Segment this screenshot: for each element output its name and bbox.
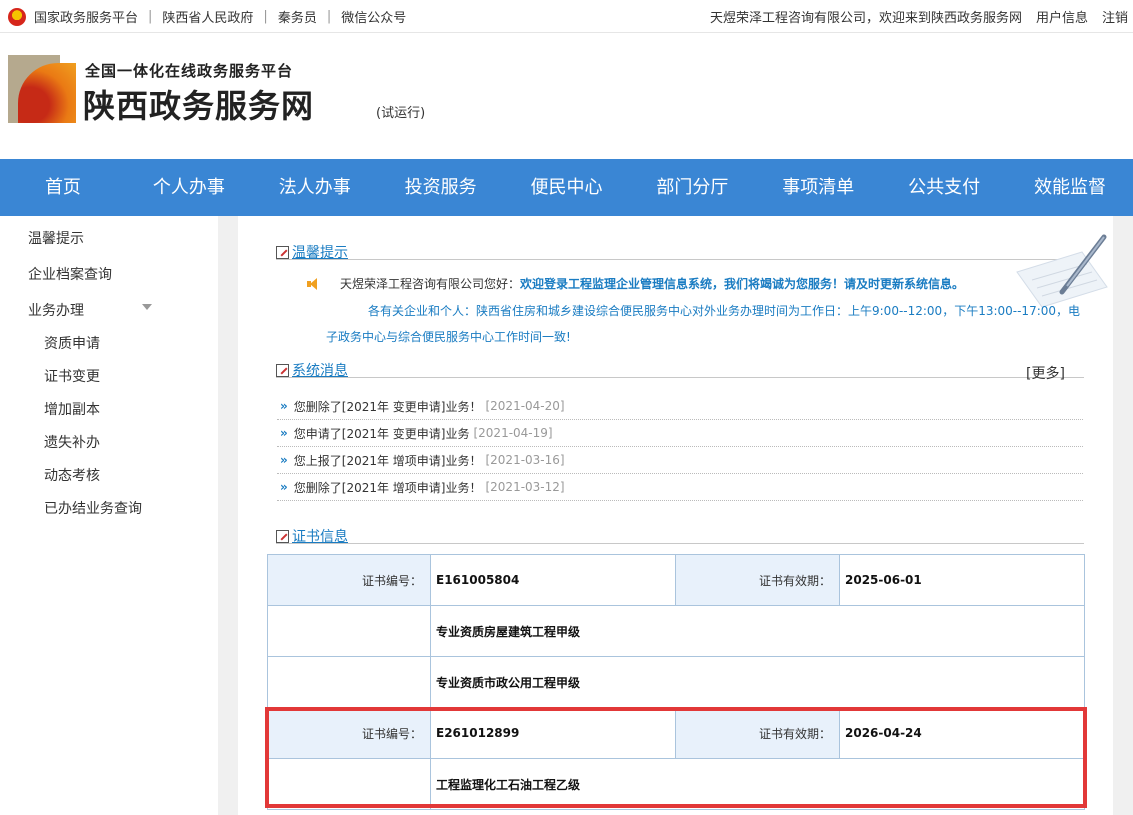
edit-icon bbox=[276, 245, 289, 259]
divider bbox=[276, 259, 1084, 260]
list-item[interactable]: » 您删除了[2021年 变更申请]业务！ [2021-04-20] bbox=[277, 393, 1083, 420]
separator: | bbox=[263, 9, 268, 24]
site-logo-icon[interactable] bbox=[8, 55, 76, 123]
user-info-link[interactable]: 用户信息 bbox=[1036, 7, 1088, 26]
cert-valid-date: 2025-06-01 bbox=[839, 554, 1085, 606]
edit-icon bbox=[276, 529, 289, 543]
notice-greeting: 天煜荣泽工程咨询有限公司您好： bbox=[340, 277, 521, 291]
notice-hours: 各有关企业和个人：陕西省住房和城乡建设综合便民服务中心对外业务办理时间为工作日：… bbox=[326, 304, 1081, 344]
double-chevron-icon: » bbox=[280, 480, 288, 494]
logo-subtitle: 全国一体化在线政务服务平台 bbox=[85, 62, 294, 80]
cert-qualification: 专业资质房屋建筑工程甲级 bbox=[430, 605, 1085, 657]
trial-label: (试运行) bbox=[376, 106, 426, 121]
edit-icon bbox=[276, 363, 289, 377]
list-item[interactable]: » 您上报了[2021年 增项申请]业务！ [2021-03-16] bbox=[277, 447, 1083, 474]
top-links: 国家政务服务平台 | 陕西省人民政府 | 秦务员 | 微信公众号 bbox=[8, 7, 406, 26]
nav-supervision[interactable]: 效能监督 bbox=[1007, 159, 1133, 216]
notice-highlight: 欢迎登录工程监理企业管理信息系统，我们将竭诚为您服务！请及时更新系统信息。 bbox=[520, 277, 965, 291]
sidebar-item-dynamic-review[interactable]: 动态考核 bbox=[44, 465, 100, 485]
table-row: 证书编号： E161005804 证书有效期： 2025-06-01 bbox=[267, 554, 1085, 606]
gutter bbox=[218, 216, 238, 815]
divider bbox=[276, 377, 1084, 378]
list-item[interactable]: » 您删除了[2021年 增项申请]业务！ [2021-03-12] bbox=[277, 474, 1083, 501]
sidebar-item-archive[interactable]: 企业档案查询 bbox=[28, 264, 112, 284]
divider bbox=[276, 543, 1084, 544]
link-national-platform[interactable]: 国家政务服务平台 bbox=[34, 7, 138, 26]
nav-personal[interactable]: 个人办事 bbox=[126, 159, 252, 216]
double-chevron-icon: » bbox=[280, 399, 288, 413]
nav-payment[interactable]: 公共支付 bbox=[881, 159, 1007, 216]
separator: | bbox=[148, 9, 153, 24]
main-nav: 首页 个人办事 法人办事 投资服务 便民中心 部门分厅 事项清单 公共支付 效能… bbox=[0, 159, 1133, 216]
cert-valid-label: 证书有效期： bbox=[675, 554, 840, 606]
nav-legal-person[interactable]: 法人办事 bbox=[252, 159, 378, 216]
speaker-icon bbox=[306, 277, 320, 291]
chevron-down-icon[interactable] bbox=[142, 304, 152, 310]
highlight-box bbox=[265, 707, 1087, 808]
sidebar-item-add-copy[interactable]: 增加副本 bbox=[44, 399, 100, 419]
nav-home[interactable]: 首页 bbox=[0, 159, 126, 216]
table-row: 专业资质房屋建筑工程甲级 bbox=[267, 605, 1085, 657]
sidebar-item-cert-change[interactable]: 证书变更 bbox=[44, 366, 100, 386]
welcome-text: 天煜荣泽工程咨询有限公司，欢迎来到陕西政务服务网 bbox=[709, 11, 1022, 26]
link-wechat[interactable]: 微信公众号 bbox=[341, 7, 406, 26]
logout-link[interactable]: 注销 bbox=[1102, 7, 1128, 26]
sidebar-item-completed-query[interactable]: 已办结业务查询 bbox=[44, 498, 142, 518]
cert-number-label: 证书编号： bbox=[267, 554, 431, 606]
nav-item-list[interactable]: 事项清单 bbox=[755, 159, 881, 216]
gutter bbox=[1113, 216, 1133, 815]
more-link[interactable]: [更多] bbox=[1026, 363, 1065, 383]
logo-title[interactable]: 陕西政务服务网 bbox=[83, 81, 314, 127]
link-provincial-government[interactable]: 陕西省人民政府 bbox=[162, 7, 253, 26]
user-area: 天煜荣泽工程咨询有限公司，欢迎来到陕西政务服务网 用户信息 注销 bbox=[710, 7, 1128, 26]
cert-qualification: 专业资质市政公用工程甲级 bbox=[430, 656, 1085, 708]
cert-number: E161005804 bbox=[430, 554, 676, 606]
nav-departments[interactable]: 部门分厅 bbox=[629, 159, 755, 216]
double-chevron-icon: » bbox=[280, 453, 288, 467]
table-row: 专业资质市政公用工程甲级 bbox=[267, 656, 1085, 708]
link-qinwuyuan[interactable]: 秦务员 bbox=[278, 7, 317, 26]
separator: | bbox=[326, 9, 332, 24]
double-chevron-icon: » bbox=[280, 426, 288, 440]
nav-convenience[interactable]: 便民中心 bbox=[504, 159, 630, 216]
national-emblem-icon bbox=[8, 7, 26, 26]
notice-greeting-line: 天煜荣泽工程咨询有限公司您好： 欢迎登录工程监理企业管理信息系统，我们将竭诚为您… bbox=[306, 275, 964, 292]
list-item[interactable]: » 您申请了[2021年 变更申请]业务 [2021-04-19] bbox=[277, 420, 1083, 447]
sidebar-item-lost-reissue[interactable]: 遗失补办 bbox=[44, 432, 100, 452]
sidebar-item-qualification-apply[interactable]: 资质申请 bbox=[44, 333, 100, 353]
sidebar-item-business[interactable]: 业务办理 bbox=[28, 300, 84, 320]
site-header: 全国一体化在线政务服务平台 陕西政务服务网 (试运行) bbox=[0, 34, 1133, 159]
nav-investment[interactable]: 投资服务 bbox=[378, 159, 504, 216]
top-bar: 国家政务服务平台 | 陕西省人民政府 | 秦务员 | 微信公众号 天煜荣泽工程咨… bbox=[0, 0, 1133, 33]
sidebar-item-tips[interactable]: 温馨提示 bbox=[28, 228, 84, 248]
